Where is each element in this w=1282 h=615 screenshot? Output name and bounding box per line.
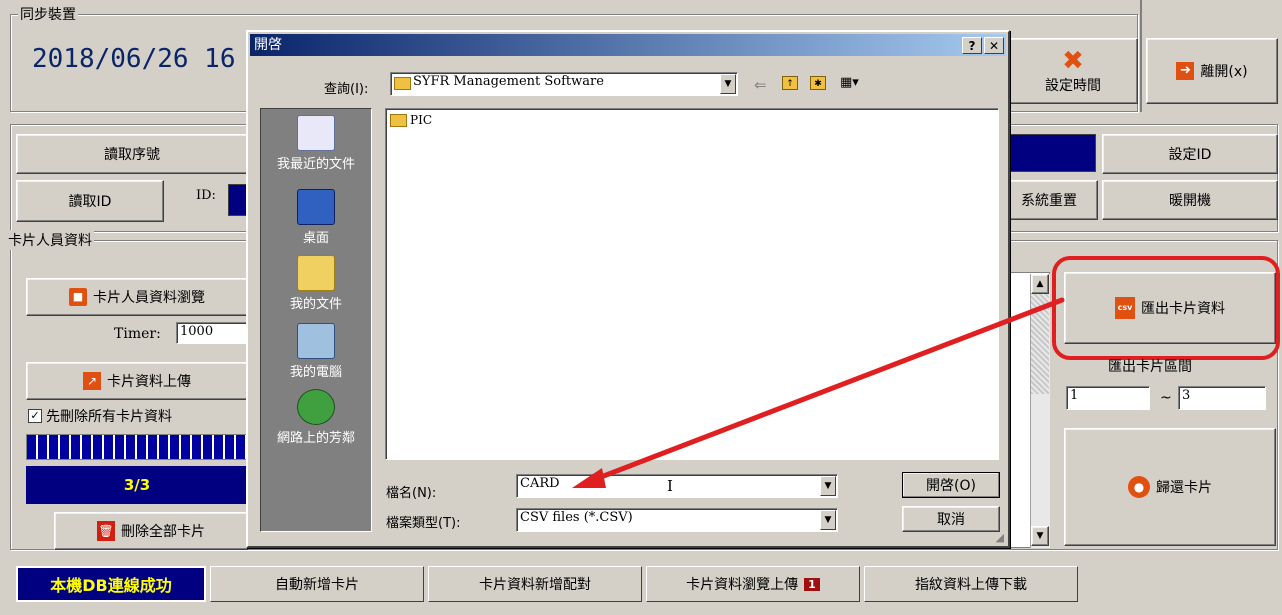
place-desktop[interactable]: 桌面 bbox=[261, 189, 371, 246]
exit-button[interactable]: ➜ 離開(x) bbox=[1146, 38, 1278, 104]
tools-icon: ✖ bbox=[1062, 46, 1084, 76]
exit-icon: ➜ bbox=[1176, 62, 1195, 80]
folder-icon bbox=[394, 77, 411, 90]
read-id-button[interactable]: 讀取ID bbox=[16, 180, 164, 222]
set-time-button[interactable]: ✖ 設定時間 bbox=[1008, 38, 1138, 104]
progress-bar bbox=[26, 434, 248, 460]
datetime-display: 2018/06/26 16 bbox=[32, 44, 236, 74]
tab-fingerprint-upload-download[interactable]: 指紋資料上傳下載 bbox=[864, 566, 1078, 602]
places-bar: 我最近的文件 桌面 我的文件 我的電腦 網路上的芳鄰 bbox=[260, 108, 372, 532]
set-id-button[interactable]: 設定ID bbox=[1102, 134, 1278, 174]
up-folder-icon[interactable]: ↑ bbox=[782, 76, 798, 90]
dialog-titlebar: 開啓 ? ✕ bbox=[250, 34, 1006, 56]
my-computer-icon bbox=[297, 323, 335, 359]
card-upload-button[interactable]: ↗ 卡片資料上傳 bbox=[26, 362, 248, 400]
recent-documents-icon bbox=[297, 115, 335, 151]
tab-card-add-pair[interactable]: 卡片資料新增配對 bbox=[428, 566, 642, 602]
warm-boot-button[interactable]: 暖開機 bbox=[1102, 180, 1278, 220]
resize-grip-icon[interactable]: ◢ bbox=[996, 531, 1004, 544]
tab-card-browse-upload[interactable]: 卡片資料瀏覽上傳 1 bbox=[646, 566, 860, 602]
lookin-combo[interactable]: SYFR Management Software ▼ bbox=[390, 72, 738, 96]
filename-label: 檔名(N): bbox=[386, 486, 437, 501]
chevron-down-icon[interactable]: ▼ bbox=[820, 476, 836, 496]
open-button[interactable]: 開啓(O) bbox=[902, 472, 1000, 498]
network-icon bbox=[297, 389, 335, 425]
place-network[interactable]: 網路上的芳鄰 bbox=[261, 389, 371, 446]
new-folder-icon[interactable]: ✱ bbox=[810, 76, 826, 90]
scroll-thumb[interactable] bbox=[1031, 294, 1049, 394]
return-card-button[interactable]: ● 歸還卡片 bbox=[1064, 428, 1276, 546]
desktop-icon bbox=[297, 189, 335, 225]
checkbox-box[interactable]: ✓ bbox=[28, 409, 42, 423]
read-serial-button[interactable]: 讀取序號 bbox=[16, 134, 248, 174]
chevron-down-icon[interactable]: ▼ bbox=[720, 74, 736, 94]
scroll-up-button[interactable]: ▲ bbox=[1031, 274, 1049, 294]
progress-fill bbox=[27, 435, 247, 459]
list-item[interactable]: PIC bbox=[390, 113, 432, 127]
delete-all-first-checkbox[interactable]: ✓ 先刪除所有卡片資料 bbox=[28, 406, 172, 426]
lookin-label: 查詢(I): bbox=[324, 82, 369, 97]
progress-count: 3/3 bbox=[26, 466, 248, 504]
place-my-computer[interactable]: 我的電腦 bbox=[261, 323, 371, 380]
cancel-button[interactable]: 取消 bbox=[902, 506, 1000, 532]
export-range-label: 匯出卡片區間 bbox=[1108, 359, 1192, 375]
file-list[interactable]: PIC bbox=[385, 108, 999, 460]
bottom-status: 本機DB連線成功 bbox=[16, 566, 206, 602]
timer-input[interactable]: 1000 bbox=[176, 322, 248, 344]
text-cursor-icon: I bbox=[667, 477, 673, 495]
highlight-oval bbox=[1052, 256, 1280, 360]
scroll-down-button[interactable]: ▼ bbox=[1031, 526, 1049, 546]
place-recent-documents[interactable]: 我最近的文件 bbox=[261, 115, 371, 172]
card-list-scrollbar[interactable]: ▲ ▼ bbox=[1030, 274, 1050, 548]
filetype-combo[interactable]: CSV files (*.CSV) ▼ bbox=[516, 508, 838, 532]
my-documents-icon bbox=[297, 255, 335, 291]
user-icon: ■ bbox=[69, 288, 87, 306]
range-separator: ~ bbox=[1160, 390, 1172, 406]
open-file-dialog: 開啓 ? ✕ 查詢(I): SYFR Management Software ▼… bbox=[246, 30, 1010, 548]
card-group-title: 卡片人員資料 bbox=[6, 230, 94, 250]
tab-badge: 1 bbox=[804, 577, 820, 591]
tab-auto-add-card[interactable]: 自動新增卡片 bbox=[210, 566, 424, 602]
id-label: ID: bbox=[196, 188, 216, 203]
back-arrow-icon[interactable]: ⇐ bbox=[754, 76, 767, 94]
id-field-edge[interactable] bbox=[228, 184, 248, 216]
filetype-label: 檔案類型(T): bbox=[386, 516, 461, 531]
folder-icon bbox=[390, 113, 407, 127]
place-my-documents[interactable]: 我的文件 bbox=[261, 255, 371, 312]
serial-display bbox=[1010, 134, 1096, 172]
dialog-title: 開啓 bbox=[254, 37, 282, 53]
upload-icon: ↗ bbox=[83, 372, 101, 390]
return-card-icon: ● bbox=[1128, 476, 1150, 498]
delete-all-cards-button[interactable]: 🗑 刪除全部卡片 bbox=[54, 512, 248, 550]
range-to-input[interactable]: 3 bbox=[1178, 386, 1266, 410]
sync-group-title: 同步裝置 bbox=[18, 4, 78, 24]
card-browse-button[interactable]: ■ 卡片人員資料瀏覽 bbox=[26, 278, 248, 316]
help-button[interactable]: ? bbox=[962, 37, 982, 54]
divider bbox=[1140, 0, 1142, 112]
system-reset-button[interactable]: 系統重置 bbox=[1000, 180, 1098, 220]
filename-input[interactable]: CARD I ▼ bbox=[516, 474, 838, 498]
range-from-input[interactable]: 1 bbox=[1066, 386, 1150, 410]
close-button[interactable]: ✕ bbox=[984, 37, 1004, 54]
chevron-down-icon[interactable]: ▼ bbox=[820, 510, 836, 530]
view-menu-icon[interactable]: ▦▾ bbox=[840, 76, 864, 90]
trash-icon: 🗑 bbox=[97, 521, 115, 541]
timer-label: Timer: bbox=[114, 326, 161, 342]
